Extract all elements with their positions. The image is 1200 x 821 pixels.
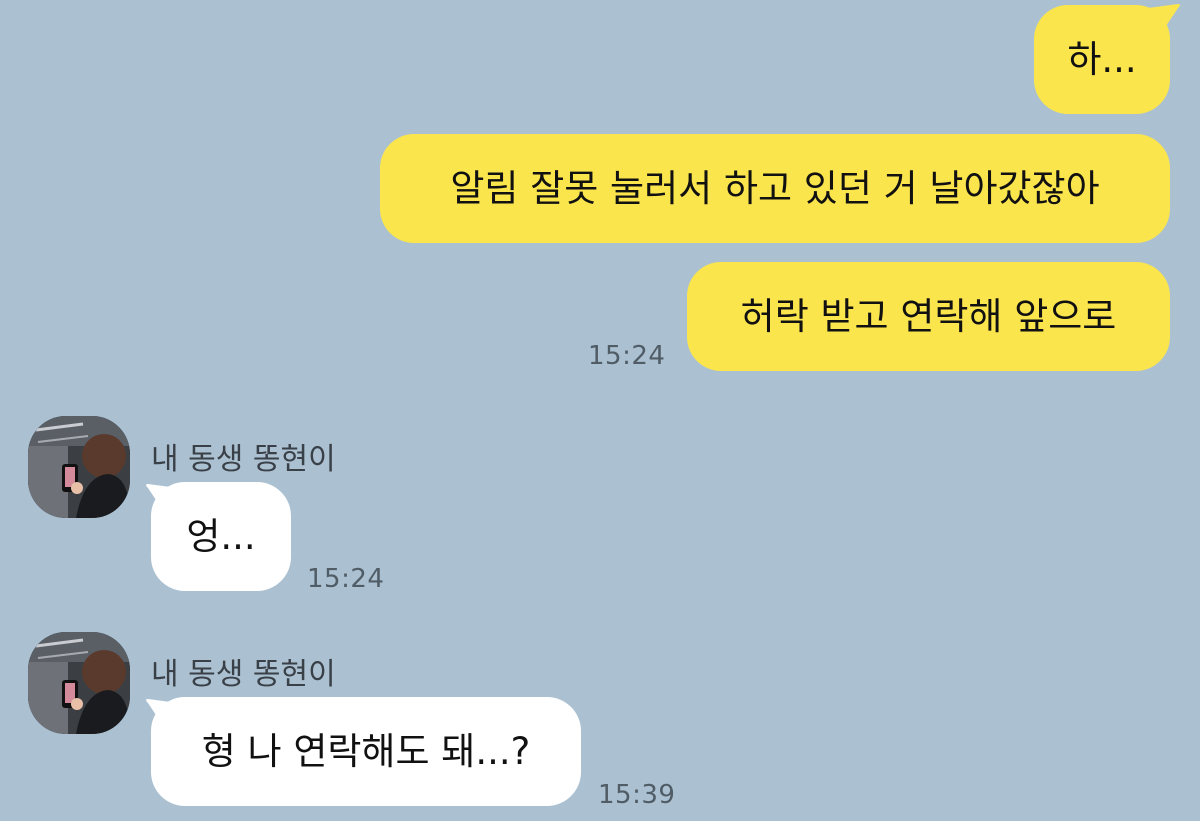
message-text: 알림 잘못 눌러서 하고 있던 거 날아갔잖아	[450, 167, 1100, 210]
profile-photo-icon	[28, 632, 130, 734]
contact-avatar[interactable]	[28, 632, 130, 734]
message-timestamp: 15:24	[588, 341, 666, 371]
message-text: 하...	[1067, 38, 1137, 81]
message-text: 허락 받고 연락해 앞으로	[740, 295, 1117, 338]
message-list[interactable]: 하... 알림 잘못 눌러서 하고 있던 거 날아갔잖아 허락 받고 연락해 앞…	[0, 0, 1200, 821]
outgoing-message-bubble[interactable]: 허락 받고 연락해 앞으로	[687, 262, 1170, 371]
sender-name: 내 동생 똥현이	[151, 442, 336, 477]
message-text: 형 나 연락해도 돼...?	[201, 730, 531, 773]
sender-name: 내 동생 똥현이	[151, 657, 336, 692]
message-timestamp: 15:24	[307, 564, 385, 594]
incoming-message-bubble[interactable]: 형 나 연락해도 돼...?	[151, 697, 581, 806]
outgoing-message-bubble[interactable]: 알림 잘못 눌러서 하고 있던 거 날아갔잖아	[380, 134, 1170, 243]
profile-photo-icon	[28, 416, 130, 518]
bubble-tail-icon	[1148, 4, 1180, 32]
chat-screen: { "colors": { "background": "#abc1d1", "…	[0, 0, 1200, 821]
message-text: 엉...	[186, 515, 256, 558]
contact-avatar[interactable]	[28, 416, 130, 518]
incoming-message-bubble[interactable]: 엉...	[151, 482, 291, 591]
message-timestamp: 15:39	[598, 780, 676, 810]
